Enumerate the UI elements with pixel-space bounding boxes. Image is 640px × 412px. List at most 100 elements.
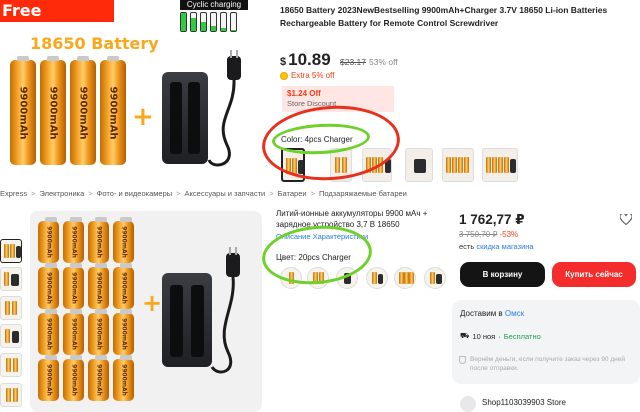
cyclic-charging-indicator bbox=[180, 12, 250, 34]
battery-capacity-text: 9900mAh bbox=[47, 85, 59, 140]
battery-level-icon bbox=[220, 12, 227, 32]
breadcrumb-item[interactable]: Аксессуары и запчасти bbox=[185, 189, 266, 201]
battery-image: 9900mAh bbox=[113, 217, 134, 263]
battery-image: 9900mAh bbox=[38, 263, 59, 309]
battery-capacity-text: 9900mAh bbox=[120, 272, 127, 304]
battery-level-icon bbox=[230, 12, 237, 32]
buy-now-button[interactable]: Купить сейчас bbox=[552, 262, 636, 287]
battery-image: 9900mAh bbox=[63, 309, 84, 355]
delivery-location: Доставим в Омск bbox=[460, 309, 525, 318]
battery-image: 9900mAh bbox=[113, 263, 134, 309]
battery-image: 9900mAh bbox=[63, 355, 84, 401]
heart-icon[interactable] bbox=[620, 214, 632, 225]
battery-level-icon bbox=[190, 12, 197, 32]
battery-image: 9900mAh bbox=[40, 56, 66, 165]
chevron-right-icon: > bbox=[88, 189, 93, 198]
battery-capacity-text: 9900mAh bbox=[120, 226, 127, 258]
battery-image: 9900mAh bbox=[38, 309, 59, 355]
charger-image bbox=[162, 72, 208, 164]
price: $10.89 bbox=[280, 50, 331, 69]
battery-capacity-text: 9900mAh bbox=[45, 364, 52, 396]
battery-image: 9900mAh bbox=[63, 217, 84, 263]
chevron-right-icon: > bbox=[310, 189, 315, 198]
battery-image: 9900mAh bbox=[88, 309, 109, 355]
chevron-right-icon: > bbox=[176, 189, 181, 198]
store-logo bbox=[460, 396, 476, 412]
battery-heading: 18650 Battery bbox=[30, 34, 159, 53]
battery-image: 9900mAh bbox=[38, 355, 59, 401]
shield-icon bbox=[459, 356, 466, 364]
store-discount-note: есть скидка магазина bbox=[459, 242, 534, 251]
battery-capacity-text: 9900mAh bbox=[70, 318, 77, 350]
store-discount-link[interactable]: скидка магазина bbox=[476, 242, 533, 251]
price-ru: 1 762,77 ₽ bbox=[459, 212, 525, 227]
color-swatch[interactable] bbox=[442, 148, 474, 182]
breadcrumb-item[interactable]: Фото- и видеокамеры bbox=[97, 189, 172, 201]
charger-cable bbox=[207, 50, 241, 167]
battery-capacity-text: 9900mAh bbox=[45, 272, 52, 304]
battery-image: 9900mAh bbox=[10, 56, 36, 165]
battery-capacity-text: 9900mAh bbox=[95, 364, 102, 396]
breadcrumb-item[interactable]: Электроника bbox=[39, 189, 84, 201]
battery-image: 9900mAh bbox=[113, 309, 134, 355]
add-to-cart-button[interactable]: В корзину bbox=[460, 262, 545, 287]
battery-capacity-text: 9900mAh bbox=[45, 318, 52, 350]
refund-guarantee: Вернём деньги, если получите заказ через… bbox=[470, 356, 625, 372]
store-name: Shop1103039903 Store bbox=[482, 398, 566, 407]
main-product-image[interactable]: + 9900mAh 9900mAh 9900mAh 9900mAh 9900mAh 990… bbox=[30, 211, 262, 412]
color-swatch[interactable] bbox=[405, 148, 433, 182]
battery-image: 9900mAh bbox=[38, 217, 59, 263]
charger-image bbox=[162, 273, 212, 367]
thumbnail[interactable] bbox=[0, 239, 22, 263]
purchase-panel: 1 762,77 ₽ 3 750,70 ₽ -53% есть скидка ма… bbox=[452, 204, 640, 412]
battery-image: 9900mAh bbox=[100, 56, 126, 165]
battery-image: 9900mAh bbox=[88, 263, 109, 309]
price-block: 1 762,77 ₽ 3 750,70 ₽ -53% есть скидка ма… bbox=[452, 204, 640, 296]
extra-discount: Extra 5% off bbox=[280, 71, 334, 80]
english-listing: Free shipping Cyclic charging 18650 Batt… bbox=[0, 0, 640, 186]
plus-icon: + bbox=[132, 102, 154, 132]
battery-level-icon bbox=[210, 12, 217, 32]
coupon-amount: $1.24 Off bbox=[287, 89, 321, 98]
free-shipping-banner: Free shipping bbox=[0, 0, 114, 42]
chevron-right-icon: > bbox=[31, 189, 36, 198]
chevron-right-icon: > bbox=[269, 189, 274, 198]
thumbnail[interactable] bbox=[0, 383, 22, 407]
original-price-ru: 3 750,70 ₽ -53% bbox=[459, 230, 519, 239]
thumbnail[interactable] bbox=[0, 353, 22, 377]
battery-level-icon bbox=[180, 12, 187, 32]
thumbnail[interactable] bbox=[0, 296, 22, 320]
delivery-date: ⛟ 10 ноя · Бесплатно bbox=[460, 331, 541, 341]
cyclic-charging-label: Cyclic charging bbox=[180, 0, 248, 10]
delivery-card: Доставим в Омск ⛟ 10 ноя · Бесплатно Вер… bbox=[452, 300, 640, 384]
color-option[interactable] bbox=[394, 267, 416, 289]
product-title: 18650 Battery 2023NewBestselling 9900mAh… bbox=[280, 5, 608, 28]
battery-capacity-text: 9900mAh bbox=[45, 226, 52, 258]
battery-capacity-text: 9900mAh bbox=[95, 318, 102, 350]
thumbnail[interactable] bbox=[0, 324, 22, 348]
city-link[interactable]: Омск bbox=[505, 309, 524, 318]
truck-icon: ⛟ bbox=[460, 331, 470, 340]
discount-percent: 53% off bbox=[369, 57, 398, 67]
battery-capacity-text: 9900mAh bbox=[70, 226, 77, 258]
battery-capacity-text: 9900mAh bbox=[95, 272, 102, 304]
breadcrumb-item[interactable]: Подзаряжаемые батареи bbox=[319, 189, 407, 201]
color-option[interactable] bbox=[424, 267, 446, 289]
battery-capacity-text: 9900mAh bbox=[120, 364, 127, 396]
battery-image: 9900mAh bbox=[70, 56, 96, 165]
store-row[interactable]: Shop1103039903 Store bbox=[452, 392, 640, 412]
breadcrumb-item[interactable]: Батареи bbox=[278, 189, 307, 201]
battery-image: 9900mAh bbox=[88, 217, 109, 263]
color-option[interactable] bbox=[366, 267, 388, 289]
battery-image: 9900mAh bbox=[63, 263, 84, 309]
plus-icon: + bbox=[142, 289, 163, 317]
battery-capacity-text: 9900mAh bbox=[107, 85, 119, 140]
battery-capacity-text: 9900mAh bbox=[70, 272, 77, 304]
breadcrumb-item[interactable]: Express bbox=[0, 189, 27, 201]
thumbnail[interactable] bbox=[0, 267, 22, 291]
original-price: $23.17 bbox=[340, 57, 366, 67]
breadcrumb: Express > Электроника > Фото- и видеокамер… bbox=[0, 189, 640, 201]
color-swatch[interactable] bbox=[482, 148, 518, 182]
battery-capacity-text: 9900mAh bbox=[70, 364, 77, 396]
thumbnail-column bbox=[0, 213, 22, 412]
